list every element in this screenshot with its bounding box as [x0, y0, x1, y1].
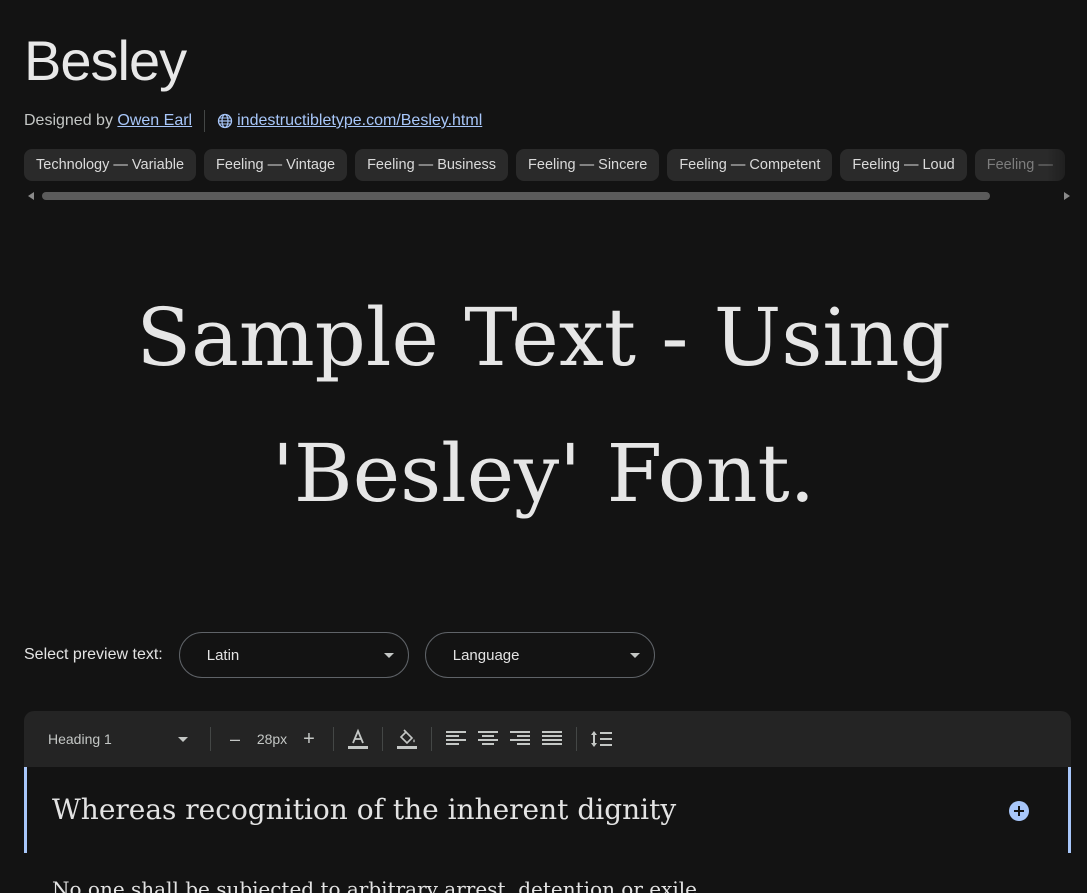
add-block-button[interactable]	[1008, 800, 1030, 822]
font-size-value[interactable]: 28px	[251, 731, 293, 747]
script-select[interactable]: Latin	[178, 632, 409, 678]
plus-icon: +	[303, 727, 315, 750]
designed-by-label: Designed by	[24, 112, 113, 129]
language-select[interactable]: Language	[424, 632, 655, 678]
globe-icon	[217, 113, 233, 129]
tag-chip[interactable]: Feeling — Vintage	[204, 149, 348, 181]
script-select-value: Latin	[206, 646, 240, 664]
line-height-icon	[591, 731, 612, 747]
language-select-value: Language	[452, 646, 520, 664]
preview-text-label: Select preview text:	[24, 646, 163, 663]
increase-size-button[interactable]: +	[293, 723, 325, 755]
editor-heading-text[interactable]: Whereas recognition of the inherent dign…	[52, 793, 676, 826]
fill-bucket-icon	[397, 729, 417, 749]
decrease-size-button[interactable]: –	[219, 723, 251, 755]
toolbar-divider	[210, 727, 211, 751]
tag-chip[interactable]: Technology — Variable	[24, 149, 197, 181]
align-center-button[interactable]	[472, 723, 504, 755]
designer-link[interactable]: Owen Earl	[117, 112, 192, 130]
editor-heading-block[interactable]: Whereas recognition of the inherent dign…	[24, 767, 1071, 853]
scroll-right-arrow-icon[interactable]	[1064, 192, 1070, 200]
text-color-icon	[348, 728, 368, 749]
tag-chip[interactable]: Feeling — Competent	[667, 149, 833, 181]
sample-text: Sample Text - Using 'Besley' Font.	[0, 270, 1087, 542]
align-center-icon	[478, 731, 498, 745]
designer-row: Designed by Owen Earl indestructibletype…	[24, 108, 482, 134]
tag-chip[interactable]: Feeling — Sincere	[516, 149, 660, 181]
text-editor: Heading 1 – 28px + Whereas recognition o…	[24, 711, 1071, 893]
line-height-button[interactable]	[585, 723, 617, 755]
sample-line: Sample Text - Using	[136, 291, 951, 384]
text-color-button[interactable]	[342, 723, 374, 755]
font-title: Besley	[24, 29, 187, 92]
align-justify-button[interactable]	[536, 723, 568, 755]
toolbar-divider	[382, 727, 383, 751]
tags-scrollbar[interactable]	[24, 189, 1070, 203]
divider	[204, 110, 206, 132]
preview-controls: Select preview text: Latin Language	[24, 631, 671, 679]
align-left-button[interactable]	[440, 723, 472, 755]
align-left-icon	[446, 731, 466, 745]
toolbar-divider	[333, 727, 334, 751]
highlight-color-button[interactable]	[391, 723, 423, 755]
tag-chip[interactable]: Feeling — Loud	[840, 149, 967, 181]
scroll-left-arrow-icon[interactable]	[28, 192, 34, 200]
align-right-icon	[510, 731, 530, 745]
toolbar-divider	[576, 727, 577, 751]
align-justify-icon	[542, 731, 562, 745]
toolbar-divider	[431, 727, 432, 751]
website-link[interactable]: indestructibletype.com/Besley.html	[237, 112, 482, 130]
minus-icon: –	[229, 728, 240, 749]
tag-chip[interactable]: Feeling — Business	[355, 149, 509, 181]
chevron-down-icon	[629, 653, 640, 658]
align-right-button[interactable]	[504, 723, 536, 755]
tag-list: Technology — Variable Feeling — Vintage …	[24, 149, 1087, 181]
chevron-down-icon	[383, 653, 394, 658]
chevron-down-icon	[178, 737, 188, 742]
font-specimen-page: Besley Designed by Owen Earl indestructi…	[0, 0, 1087, 893]
sample-line: 'Besley' Font.	[271, 427, 816, 520]
scrollbar-thumb[interactable]	[42, 192, 990, 200]
plus-circle-icon	[1009, 801, 1029, 821]
block-style-value: Heading 1	[48, 731, 112, 747]
block-style-select[interactable]: Heading 1	[24, 724, 188, 754]
editor-paragraph[interactable]: No one shall be subjected to arbitrary a…	[52, 877, 703, 893]
editor-toolbar: Heading 1 – 28px +	[24, 711, 1071, 767]
